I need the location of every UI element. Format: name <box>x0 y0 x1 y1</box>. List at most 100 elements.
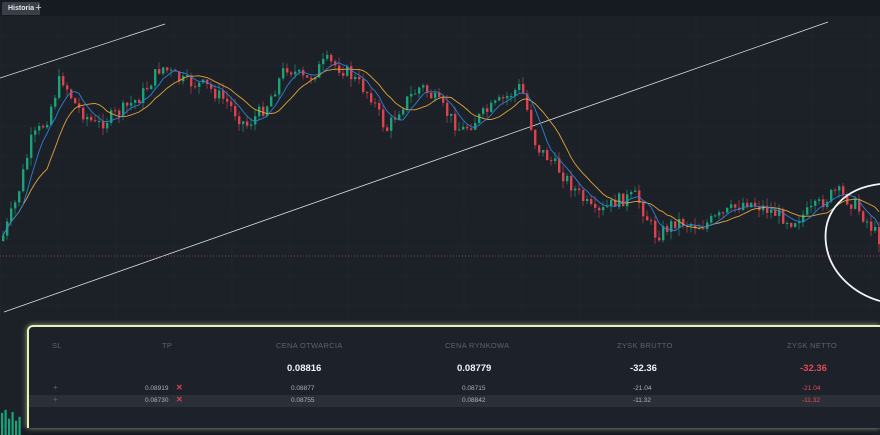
candle-body <box>326 54 329 59</box>
add-sl-icon[interactable]: + <box>53 395 58 404</box>
candle-body <box>146 88 149 90</box>
candle-body <box>662 226 665 241</box>
candle-body <box>294 71 297 75</box>
candle-body <box>354 76 357 80</box>
candle-body <box>590 199 593 205</box>
candle-body <box>810 205 813 208</box>
candle-body <box>490 102 493 112</box>
candle-body <box>870 221 873 231</box>
candle-body <box>646 216 649 221</box>
candle-body <box>378 103 381 110</box>
candle-body <box>58 76 61 98</box>
position-row[interactable]: + 0.08730 ✕ 0.08755 0.08842 -11.32 -11.3… <box>29 395 880 407</box>
candle-body <box>790 223 793 227</box>
candle-body <box>342 72 345 76</box>
candle-body <box>130 102 133 106</box>
candle-body <box>838 186 841 191</box>
candle-body <box>566 175 569 182</box>
gross-profit-value: -11.32 <box>633 397 651 404</box>
candle-body <box>806 207 809 215</box>
summary-cena-otwarcia: 0.08816 <box>287 363 322 374</box>
candle-body <box>814 200 817 206</box>
candle-body <box>298 69 301 72</box>
candle-body <box>798 221 801 224</box>
candle-body <box>198 82 201 87</box>
net-profit-value: -11.32 <box>802 397 820 404</box>
candle-body <box>18 191 21 203</box>
candle-body <box>98 120 101 122</box>
candle-body <box>594 204 597 208</box>
candle-body <box>482 108 485 114</box>
candle-body <box>38 125 41 131</box>
candle-body <box>438 93 441 98</box>
candle-body <box>654 220 657 238</box>
add-tab-icon[interactable]: + <box>32 2 45 15</box>
candle-body <box>42 125 45 128</box>
candle-body <box>782 209 785 224</box>
candle-body <box>454 113 457 131</box>
candle-body <box>66 85 69 90</box>
candle-body <box>630 191 633 195</box>
candle-body <box>218 90 221 99</box>
candle-body <box>290 72 293 75</box>
candle-body <box>534 129 537 146</box>
candle-body <box>30 134 33 158</box>
candle-body <box>370 93 373 103</box>
candle-body <box>82 107 85 120</box>
gross-profit-value: -21.04 <box>633 385 652 392</box>
candle-body <box>510 95 513 97</box>
header-zysk-netto: ZYSK NETTO <box>787 341 837 350</box>
candle-body <box>466 126 469 129</box>
candle-body <box>226 98 229 102</box>
candle-body <box>690 224 693 227</box>
candle-body <box>34 130 37 135</box>
tp-value: 0.08919 <box>145 385 169 392</box>
candle-body <box>158 69 161 74</box>
candle-body <box>74 98 77 104</box>
candle-body <box>498 97 501 101</box>
candle-body <box>274 94 277 97</box>
candle-body <box>586 199 589 202</box>
candle-body <box>222 90 225 99</box>
candle-body <box>786 223 789 225</box>
header-tp: TP <box>162 341 173 350</box>
header-cena-rynkowa: CENA RYNKOWA <box>445 341 510 350</box>
candle-body <box>446 102 449 116</box>
candle-body <box>570 175 573 191</box>
candle-body <box>134 100 137 103</box>
candle-body <box>834 189 837 191</box>
candle-body <box>522 84 525 94</box>
candle-body <box>794 223 797 227</box>
summary-zysk-netto: -32.36 <box>800 363 827 374</box>
candle-body <box>94 120 97 122</box>
candle-body <box>386 127 389 131</box>
candle-body <box>106 122 109 129</box>
candle-body <box>854 199 857 209</box>
candle-body <box>598 207 601 211</box>
candle-body <box>230 101 233 107</box>
market-price-value: 0.08842 <box>462 397 486 404</box>
candle-body <box>374 102 377 104</box>
candle-body <box>718 212 721 216</box>
position-row[interactable]: + 0.08919 ✕ 0.08877 0.08715 -21.04 -21.0… <box>29 383 880 395</box>
candles <box>2 50 880 252</box>
candle-body <box>50 106 53 125</box>
summary-cena-rynkowa: 0.08779 <box>457 363 492 374</box>
candle-body <box>254 116 257 125</box>
candle-body <box>622 193 625 207</box>
candle-body <box>506 95 509 99</box>
candle-body <box>90 116 93 121</box>
candle-body <box>450 113 453 116</box>
add-sl-icon[interactable]: + <box>53 383 58 392</box>
x-icon[interactable]: ✕ <box>176 395 183 404</box>
candle-body <box>22 169 25 192</box>
candle-body <box>262 106 265 116</box>
candle-body <box>282 68 285 79</box>
header-sl: SL <box>52 341 62 350</box>
x-icon[interactable]: ✕ <box>176 383 183 392</box>
candle-body <box>602 207 605 211</box>
candle-body <box>46 124 49 128</box>
candle-body <box>410 93 413 97</box>
candle-body <box>382 109 385 128</box>
candle-body <box>750 202 753 208</box>
